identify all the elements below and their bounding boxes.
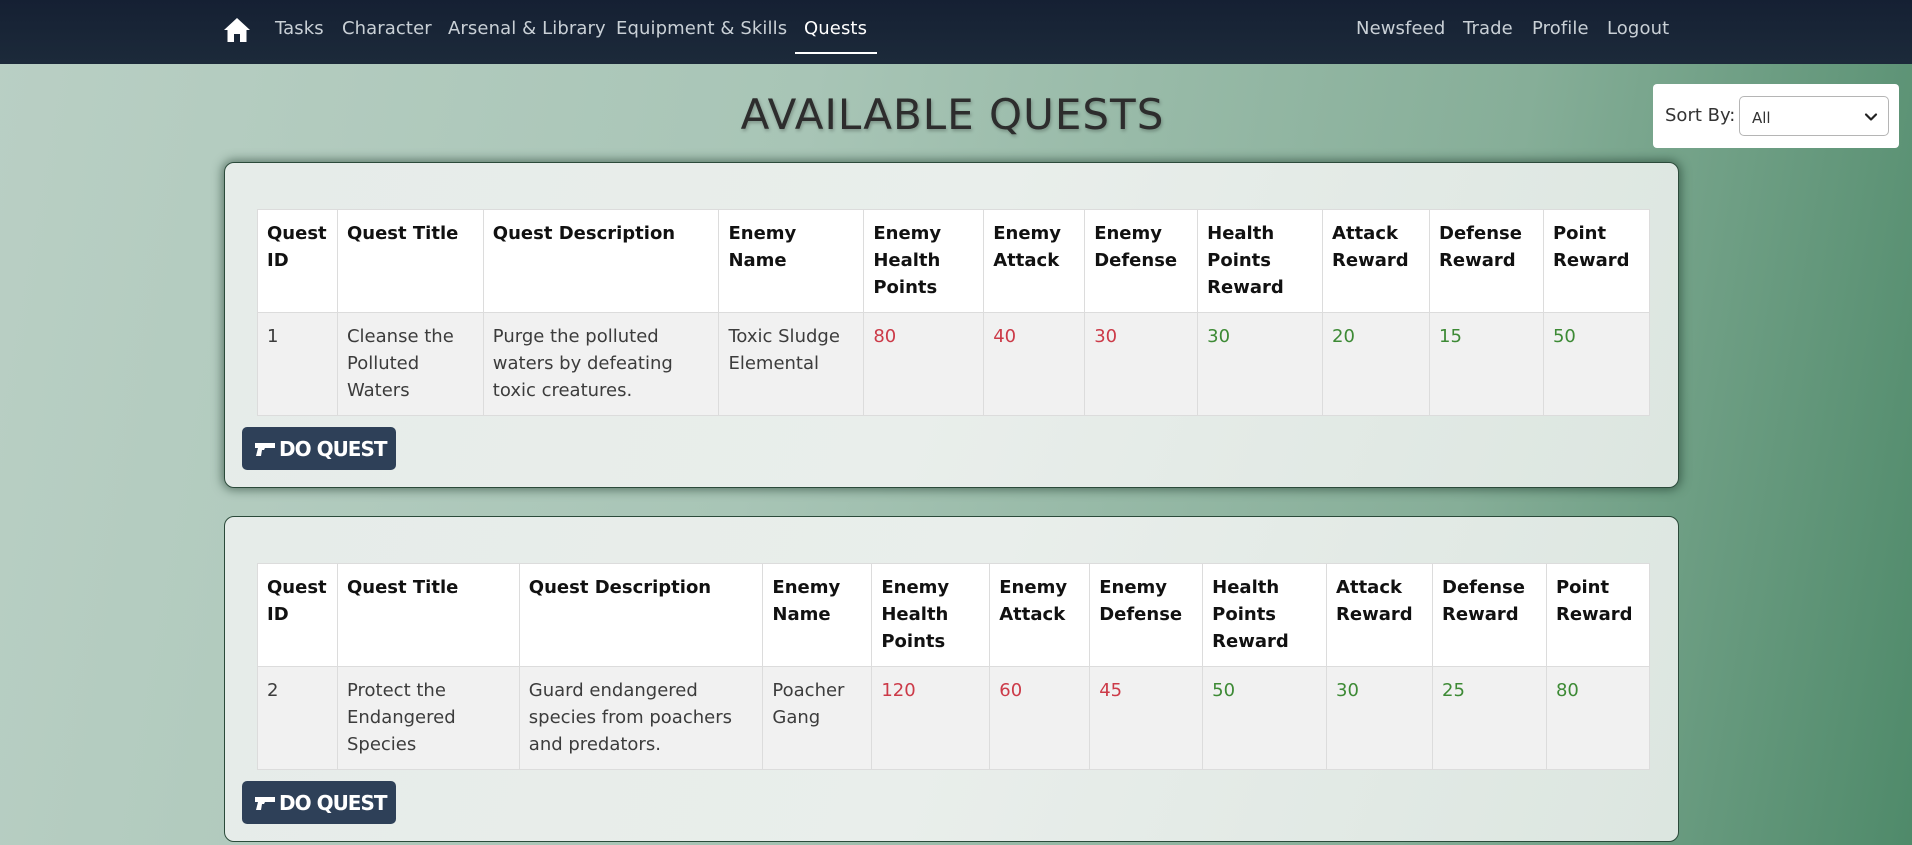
defense-reward: 25	[1432, 666, 1547, 770]
enemy-defense: 30	[1084, 312, 1199, 416]
gun-icon	[255, 796, 275, 810]
do-quest-button[interactable]: DO QUEST	[242, 427, 396, 470]
navbar: Tasks Character Arsenal & Library Equipm…	[0, 0, 1912, 64]
sort-select-value: All	[1752, 109, 1771, 127]
header-health-reward: Health Points Reward	[1202, 563, 1328, 667]
do-quest-label: DO QUEST	[279, 790, 388, 815]
quest-id: 1	[257, 312, 338, 416]
header-quest-id: Quest ID	[257, 563, 338, 667]
quest-title: Cleanse the Polluted Waters	[336, 312, 484, 416]
header-attack-reward: Attack Reward	[1326, 563, 1433, 667]
header-defense-reward: Defense Reward	[1432, 563, 1547, 667]
header-enemy-health: Enemy Health Points	[863, 209, 985, 313]
chevron-down-icon	[1864, 113, 1878, 121]
header-enemy-health: Enemy Health Points	[871, 563, 991, 667]
attack-reward: 20	[1322, 312, 1430, 416]
point-reward: 50	[1542, 312, 1651, 416]
quest-description: Purge the polluted waters by defeating t…	[482, 312, 720, 416]
enemy-health: 80	[863, 312, 985, 416]
sort-select[interactable]: All	[1739, 96, 1889, 136]
active-nav-indicator	[795, 52, 877, 54]
quest-table: Quest ID Quest Title Quest Description E…	[257, 563, 1651, 770]
table-header-row: Quest ID Quest Title Quest Description E…	[257, 563, 1651, 667]
header-quest-title: Quest Title	[336, 209, 484, 313]
sort-panel: Sort By: All	[1653, 84, 1899, 148]
sort-label: Sort By:	[1665, 105, 1736, 126]
table-header-row: Quest ID Quest Title Quest Description E…	[257, 209, 1651, 313]
quest-title: Protect the Endangered Species	[336, 666, 520, 770]
nav-quests[interactable]: Quests	[804, 18, 867, 39]
enemy-name: Toxic Sludge Elemental	[718, 312, 865, 416]
header-point-reward: Point Reward	[1542, 209, 1651, 313]
quest-card: Quest ID Quest Title Quest Description E…	[224, 162, 1679, 488]
header-enemy-attack: Enemy Attack	[983, 209, 1086, 313]
nav-newsfeed[interactable]: Newsfeed	[1356, 18, 1445, 39]
home-icon	[224, 18, 250, 42]
page-title: AVAILABLE QUESTS	[740, 90, 1165, 139]
gun-icon	[255, 442, 275, 456]
header-quest-title: Quest Title	[336, 563, 520, 667]
header-defense-reward: Defense Reward	[1429, 209, 1544, 313]
quest-id: 2	[257, 666, 338, 770]
nav-tasks[interactable]: Tasks	[275, 18, 324, 39]
do-quest-button[interactable]: DO QUEST	[242, 781, 396, 824]
health-reward: 30	[1197, 312, 1324, 416]
header-attack-reward: Attack Reward	[1322, 209, 1430, 313]
header-quest-id: Quest ID	[257, 209, 338, 313]
enemy-name: Poacher Gang	[762, 666, 873, 770]
defense-reward: 15	[1429, 312, 1544, 416]
header-health-reward: Health Points Reward	[1197, 209, 1324, 313]
attack-reward: 30	[1326, 666, 1433, 770]
nav-character[interactable]: Character	[342, 18, 432, 39]
home-link[interactable]	[222, 15, 252, 45]
nav-profile[interactable]: Profile	[1532, 18, 1589, 39]
point-reward: 80	[1545, 666, 1651, 770]
header-enemy-name: Enemy Name	[718, 209, 865, 313]
quest-card: Quest ID Quest Title Quest Description E…	[224, 516, 1679, 842]
header-enemy-name: Enemy Name	[762, 563, 873, 667]
header-enemy-defense: Enemy Defense	[1089, 563, 1204, 667]
table-row: 1 Cleanse the Polluted Waters Purge the …	[257, 312, 1651, 416]
nav-logout[interactable]: Logout	[1607, 18, 1669, 39]
enemy-attack: 40	[983, 312, 1086, 416]
quest-table: Quest ID Quest Title Quest Description E…	[257, 209, 1651, 416]
header-quest-description: Quest Description	[518, 563, 764, 667]
header-quest-description: Quest Description	[482, 209, 720, 313]
nav-trade[interactable]: Trade	[1463, 18, 1513, 39]
enemy-attack: 60	[989, 666, 1091, 770]
nav-equipment-skills[interactable]: Equipment & Skills	[616, 18, 787, 39]
quest-description: Guard endangered species from poachers a…	[518, 666, 764, 770]
enemy-health: 120	[871, 666, 991, 770]
header-enemy-defense: Enemy Defense	[1084, 209, 1199, 313]
nav-arsenal-library[interactable]: Arsenal & Library	[448, 18, 606, 39]
header-enemy-attack: Enemy Attack	[989, 563, 1091, 667]
header-point-reward: Point Reward	[1545, 563, 1651, 667]
table-row: 2 Protect the Endangered Species Guard e…	[257, 666, 1651, 770]
do-quest-label: DO QUEST	[279, 436, 388, 461]
health-reward: 50	[1202, 666, 1328, 770]
enemy-defense: 45	[1089, 666, 1204, 770]
